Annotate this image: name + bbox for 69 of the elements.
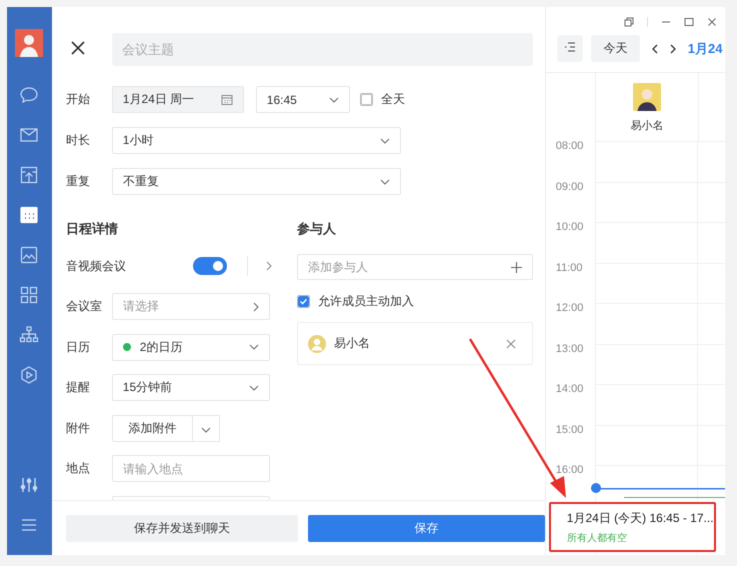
date-field[interactable]: 1月24日 周一 (112, 86, 244, 113)
remove-icon[interactable] (506, 338, 516, 348)
time-label: 11:00 (554, 262, 584, 276)
chevron-icon (248, 384, 259, 390)
availability-status: 所有人都有空 (566, 532, 628, 544)
save-and-send-button[interactable]: 保存并发送到聊天 (66, 514, 298, 542)
plus-icon[interactable] (510, 262, 522, 272)
avatar (308, 334, 326, 352)
checkbox-label: 全天 (380, 91, 405, 108)
field-label: 时长 (66, 132, 91, 149)
field-label: 会议室 (66, 298, 103, 315)
all-day-checkbox[interactable] (360, 93, 373, 106)
chevron-icon (380, 138, 390, 144)
time-label: 12:00 (554, 302, 584, 316)
avatar (632, 83, 661, 111)
calendar-icon (220, 94, 233, 106)
time-label: 16:00 (554, 464, 584, 478)
calendar-dropdown[interactable]: 2的日历 (112, 334, 270, 360)
field-label: 提醒 (66, 379, 91, 396)
dropdown[interactable]: 不重复 (112, 168, 401, 195)
collapse-icon[interactable] (556, 35, 583, 62)
chevron-icon (380, 178, 390, 184)
hexagon-icon[interactable] (19, 365, 40, 385)
location-field[interactable]: 请输入地点 (112, 455, 270, 482)
grid-icon[interactable] (19, 285, 40, 305)
chevron-icon (328, 96, 339, 102)
calendar-icon[interactable] (19, 205, 40, 225)
previous-icon[interactable] (652, 44, 658, 54)
dropdown[interactable]: 1小时 (112, 127, 401, 154)
org-chart-icon[interactable] (19, 325, 40, 345)
allow-join-checkbox[interactable] (296, 294, 310, 308)
restore-icon[interactable] (624, 17, 634, 27)
time-label: 09:00 (554, 180, 584, 194)
chevron-icon[interactable] (266, 261, 272, 271)
title-field[interactable]: 会议主题 (112, 33, 533, 66)
chevron-icon (248, 344, 259, 350)
box-icon[interactable] (19, 165, 40, 185)
time-label: 15:00 (554, 424, 584, 438)
close-icon[interactable] (707, 17, 717, 27)
checkbox-label: 允许成员主动加入 (318, 292, 414, 310)
maximize-icon[interactable] (684, 17, 694, 27)
reminder-dropdown[interactable]: 15分钟前 (112, 374, 270, 401)
field-label: 地点 (66, 460, 91, 477)
section-heading: 参与人 (296, 220, 337, 238)
time-label: 08:00 (554, 140, 584, 154)
chat-icon[interactable] (19, 85, 40, 105)
date-title: 1月24 (688, 40, 722, 58)
add-attachment-button[interactable]: 添加附件 (112, 414, 193, 442)
avatar[interactable] (15, 29, 44, 57)
tooltip-time: 1月24日 (今天) 16:45 - 17... (566, 510, 714, 526)
sliders-icon[interactable] (19, 475, 40, 495)
field-label: 音视频会议 (66, 258, 127, 274)
field-label: 日历 (66, 338, 91, 356)
save-button[interactable]: 保存 (308, 514, 545, 542)
next-icon[interactable] (670, 44, 676, 54)
field-label: 开始 (66, 91, 91, 108)
toggle-switch[interactable] (192, 257, 227, 275)
chevron-icon (252, 302, 259, 312)
field-label: 重复 (66, 173, 91, 190)
section-heading: 日程详情 (66, 220, 119, 238)
time-label: 14:00 (554, 383, 584, 397)
participant-name: 易小名 (334, 335, 371, 352)
time-dropdown[interactable]: 16:45 (256, 86, 350, 113)
time-label: 10:00 (554, 221, 584, 235)
person-name: 易小名 (630, 119, 664, 133)
time-label: 13:00 (554, 342, 584, 356)
today-button[interactable]: 今天 (590, 35, 640, 62)
field-label: 附件 (66, 420, 91, 436)
image-icon[interactable] (19, 245, 40, 265)
